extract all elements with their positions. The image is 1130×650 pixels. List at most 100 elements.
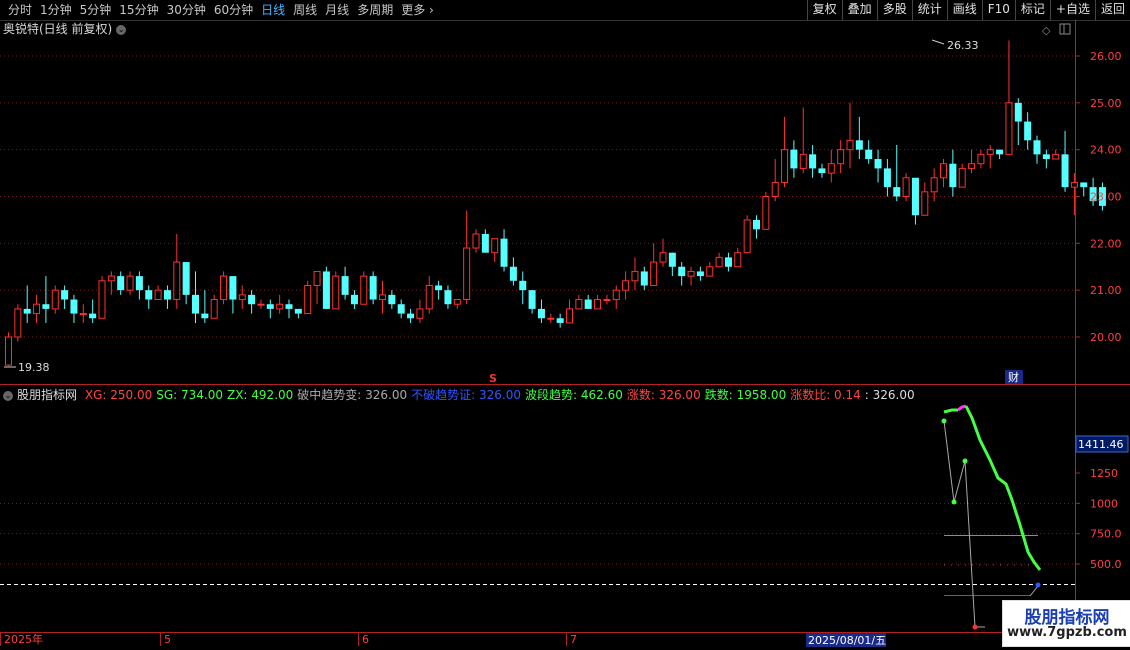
indicator-tick-label: 1000	[1090, 497, 1118, 510]
point-marker	[972, 624, 978, 630]
candle	[229, 276, 237, 314]
candle	[1014, 98, 1022, 145]
candle	[968, 149, 976, 174]
candle	[481, 229, 489, 253]
indicator-value: 波段趋势: 462.60	[525, 388, 623, 402]
candle	[5, 332, 12, 367]
candle	[893, 144, 901, 202]
candle	[865, 140, 873, 164]
candle	[874, 149, 882, 183]
candle	[575, 294, 583, 310]
candle	[771, 159, 779, 202]
candle	[61, 285, 69, 309]
candle	[220, 271, 228, 305]
chevron-down-icon[interactable]: ⌄	[3, 390, 13, 401]
candle	[192, 271, 199, 323]
indicator-value: 涨数比: 0.14	[790, 388, 861, 402]
sell-marker: S	[489, 372, 497, 385]
candle	[182, 262, 190, 305]
candle	[827, 149, 835, 183]
cursor-date: 2025/08/01/五	[808, 634, 886, 647]
candle	[304, 280, 312, 315]
candle	[1042, 149, 1050, 169]
candle	[818, 163, 826, 178]
candle	[949, 149, 957, 197]
candle	[435, 280, 443, 300]
candle	[322, 266, 330, 309]
candle	[650, 243, 658, 286]
candle	[14, 304, 22, 342]
wave-tail	[1029, 585, 1039, 597]
low-price-label: 19.38	[18, 361, 50, 374]
date-label: 6	[362, 633, 369, 646]
candle	[369, 271, 377, 305]
candle	[285, 299, 293, 319]
candle	[388, 290, 396, 309]
indicator-value: 涨数: 326.00	[626, 388, 701, 402]
price-tick-label: 21.00	[1090, 284, 1122, 297]
candle	[257, 299, 265, 309]
high-price-label: 26.33	[947, 39, 979, 52]
indicator-value: ZX: 492.00	[226, 388, 294, 402]
watermark: 股朋指标网 www.7gpzb.com	[1002, 600, 1130, 647]
candle	[163, 285, 171, 309]
candle	[640, 266, 648, 291]
candle	[416, 299, 424, 323]
indicator-value: 跌数: 1958.00	[704, 388, 787, 402]
indicator-header: ⌄ 股朋指标网 XG: 250.00 SG: 734.00 ZX: 492.00 破中趋…	[3, 387, 923, 403]
point-marker	[951, 499, 957, 505]
finance-marker[interactable]: 财	[1008, 370, 1019, 384]
candle	[940, 159, 947, 188]
date-label: 5	[164, 633, 171, 646]
price-tick-label: 25.00	[1090, 97, 1122, 110]
candle	[706, 262, 714, 277]
indicator-value: SG: 734.00	[156, 388, 223, 402]
indicator-tick-label: 500.0	[1090, 558, 1122, 571]
candle	[958, 163, 966, 188]
indicator-tick-label: 750.0	[1090, 528, 1122, 541]
candle	[724, 252, 732, 272]
candle	[500, 229, 508, 272]
candle	[173, 233, 181, 309]
candle	[743, 215, 751, 254]
price-tick-label: 23.00	[1090, 191, 1122, 204]
candle	[668, 252, 676, 277]
candle	[799, 107, 807, 174]
candle	[603, 294, 611, 305]
window-icon[interactable]	[1059, 23, 1071, 35]
candle	[734, 248, 742, 268]
candle	[1061, 130, 1069, 192]
candle	[715, 252, 723, 268]
candle	[911, 177, 919, 225]
candle	[762, 191, 770, 230]
diamond-icon[interactable]: ◇	[1042, 24, 1051, 37]
candle	[238, 285, 246, 309]
candle	[566, 299, 573, 324]
candle	[425, 276, 433, 314]
candle	[313, 270, 321, 305]
candle	[145, 285, 153, 309]
candle	[977, 149, 985, 169]
indicator-value: 破中趋势变: 326.00	[297, 388, 408, 402]
candle	[612, 285, 620, 309]
candle	[1080, 182, 1088, 197]
candle	[248, 290, 256, 314]
candle	[397, 299, 405, 319]
stock-chart[interactable]: 26.00 25.00 24.00 23.00 22.00 21.00 20.00 ◇ 26…	[0, 0, 1130, 650]
indicator-value: 不破趋势证: 326.00	[411, 388, 521, 402]
candle	[556, 313, 564, 328]
watermark-url: www.7gpzb.com	[1007, 625, 1127, 640]
candle	[528, 290, 536, 314]
candle	[622, 271, 630, 300]
candle	[276, 294, 284, 314]
trend-line	[964, 405, 1042, 571]
candle	[846, 102, 854, 169]
candle	[631, 257, 639, 291]
candle	[902, 173, 910, 202]
candle	[855, 116, 863, 160]
candle	[332, 271, 340, 310]
price-tick-label: 26.00	[1090, 50, 1122, 63]
candle	[79, 304, 87, 323]
candle	[210, 294, 218, 319]
current-value: 1411.46	[1078, 438, 1124, 451]
